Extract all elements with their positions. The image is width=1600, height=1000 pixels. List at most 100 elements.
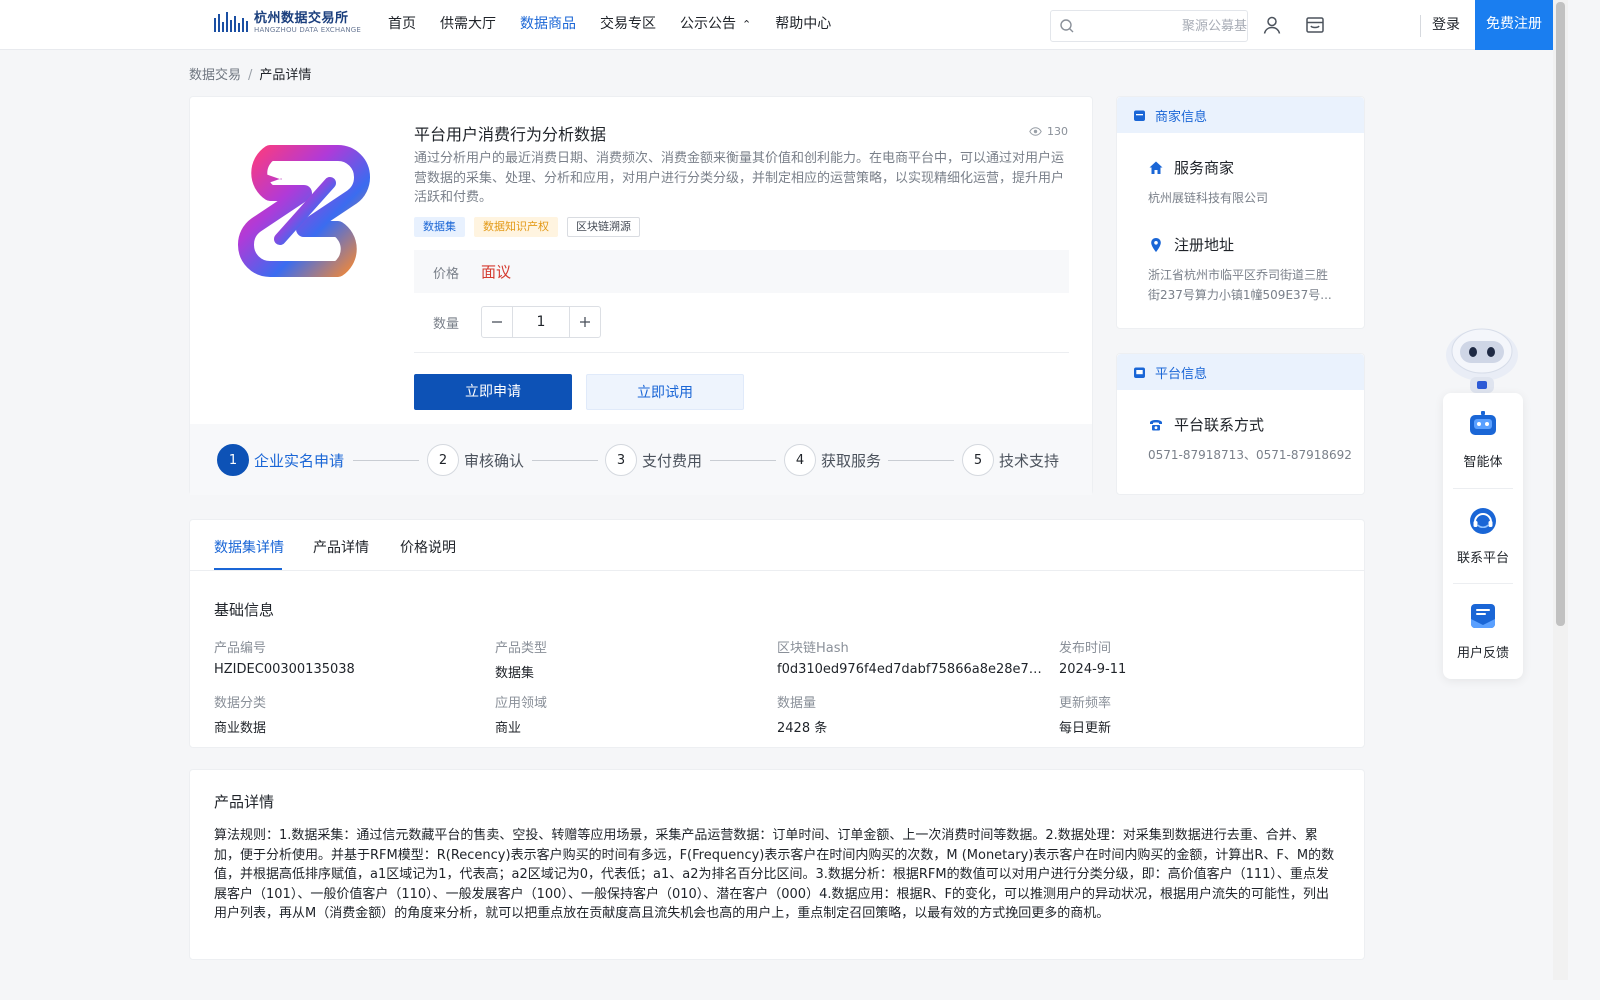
merchant-info-card: 商家信息 服务商家 杭州展链科技有限公司 注册地址 浙江省杭州市临平区乔司街道三…	[1116, 96, 1365, 329]
step-label: 企业实名申请	[254, 451, 345, 470]
step-number: 2	[427, 444, 459, 476]
decrease-button[interactable]	[482, 307, 512, 337]
field-product-id: 产品编号 HZIDEC00300135038	[214, 637, 484, 677]
product-logo	[238, 145, 370, 277]
platform-contact-value: 0571-87918713、0571-87918692	[1148, 448, 1352, 462]
nav-announcements[interactable]: 公示公告 ⌃	[680, 0, 751, 50]
registered-address-label-text: 注册地址	[1174, 236, 1235, 254]
view-count-value: 130	[1047, 125, 1068, 138]
tool-agent-label: 智能体	[1463, 455, 1503, 470]
tool-agent[interactable]: 智能体	[1443, 393, 1523, 488]
agent-bot-icon	[1470, 411, 1496, 435]
site-logo[interactable]: 杭州数据交易所 HANGZHOU DATA EXCHANGE	[214, 10, 361, 36]
headset-icon	[1470, 508, 1496, 534]
step-label: 支付费用	[642, 451, 703, 470]
user-icon[interactable]	[1261, 14, 1283, 36]
field-publish-date: 发布时间 2024-9-11	[1059, 637, 1329, 677]
product-detail-title: 产品详情	[214, 793, 275, 811]
logo-cn-text: 杭州数据交易所	[254, 11, 349, 26]
quantity-input[interactable]: 1	[512, 307, 570, 337]
platform-contact-label-text: 平台联系方式	[1174, 416, 1265, 434]
tab-price-description[interactable]: 价格说明	[400, 537, 456, 557]
platform-info-title: 平台信息	[1155, 366, 1208, 382]
login-link[interactable]: 登录	[1432, 0, 1460, 50]
page-scrollbar[interactable]	[1553, 0, 1568, 980]
product-title: 平台用户消费行为分析数据	[414, 125, 607, 144]
field-key: 产品类型	[495, 641, 548, 656]
field-blockchain-hash: 区块链Hash f0d310ed976f4ed7dabf75866a8e28e7…	[777, 637, 1047, 677]
platform-contact-label: 平台联系方式	[1148, 414, 1264, 435]
field-key: 应用领域	[495, 696, 548, 711]
phone-icon	[1150, 419, 1162, 430]
nav-help-center[interactable]: 帮助中心	[775, 0, 831, 50]
top-nav-bar: 杭州数据交易所 HANGZHOU DATA EXCHANGE 首页 供需大厅 数…	[0, 0, 1553, 50]
process-steps: 1 企业实名申请 2 审核确认 3 支付费用 4 获取服务 5 技术支持	[190, 424, 1092, 495]
step-number: 1	[217, 444, 249, 476]
field-value: 数据集	[495, 666, 535, 681]
step-label: 审核确认	[464, 451, 525, 470]
robot-assistant-icon[interactable]	[1442, 317, 1522, 395]
step-2: 2 审核确认	[427, 444, 524, 476]
field-value: HZIDEC00300135038	[214, 662, 355, 677]
field-value: 商业	[495, 721, 522, 736]
step-5: 5 技术支持	[962, 444, 1059, 476]
logo-en-text: HANGZHOU DATA EXCHANGE	[254, 26, 362, 34]
step-number: 4	[784, 444, 816, 476]
tool-feedback[interactable]: 用户反馈	[1443, 584, 1523, 679]
tab-dataset-details[interactable]: 数据集详情	[214, 537, 284, 557]
chevron-up-icon: ⌃	[742, 18, 752, 31]
product-detail-text: 算法规则：1.数据采集：通过信元数藏平台的售卖、空投、转赠等应用场景，采集产品运…	[214, 828, 1335, 922]
scrollbar-thumb[interactable]	[1556, 2, 1565, 626]
main-nav: 首页 供需大厅 数据商品 交易专区 公示公告 ⌃ 帮助中心	[388, 0, 855, 50]
product-tags: 数据集 数据知识产权 区块链溯源	[414, 217, 649, 237]
field-value: 商业数据	[214, 721, 267, 736]
nav-home[interactable]: 首页	[388, 0, 416, 50]
floating-toolbar: 智能体 联系平台 用户反馈	[1443, 393, 1523, 679]
apply-now-button[interactable]: 立即申请	[414, 374, 572, 410]
nav-data-products[interactable]: 数据商品	[520, 0, 576, 50]
shop-icon[interactable]	[1304, 14, 1326, 36]
step-connector	[353, 460, 419, 461]
step-label: 获取服务	[821, 451, 882, 470]
calendar-icon	[1134, 110, 1145, 121]
search-icon[interactable]	[1059, 18, 1075, 34]
field-value: 2428 条	[777, 721, 828, 736]
basic-info-title: 基础信息	[214, 601, 275, 619]
step-3: 3 支付费用	[605, 444, 702, 476]
field-data-category: 数据分类 商业数据	[214, 692, 484, 736]
service-merchant-label: 服务商家	[1148, 157, 1234, 178]
home-icon	[1149, 161, 1163, 174]
breadcrumb-separator: /	[248, 68, 253, 83]
price-row: 价格 面议	[414, 250, 1069, 293]
search-input[interactable]	[1083, 11, 1247, 41]
dataset-details-card: 数据集详情 产品详情 价格说明 基础信息 产品编号 HZIDEC00300135…	[189, 519, 1365, 748]
nav-trade-zone[interactable]: 交易专区	[600, 0, 656, 50]
tag-data-ip: 数据知识产权	[474, 217, 558, 237]
detail-tabs: 数据集详情 产品详情 价格说明	[190, 520, 1364, 571]
step-number: 3	[605, 444, 637, 476]
eye-icon	[1029, 127, 1042, 136]
tool-contact-platform[interactable]: 联系平台	[1443, 489, 1523, 584]
nav-supply-demand[interactable]: 供需大厅	[440, 0, 496, 50]
field-key: 数据分类	[214, 696, 267, 711]
register-button[interactable]: 免费注册	[1475, 0, 1553, 50]
field-key: 更新频率	[1059, 696, 1112, 711]
platform-info-header: 平台信息	[1117, 354, 1364, 390]
increase-button[interactable]	[570, 307, 600, 337]
tab-product-details[interactable]: 产品详情	[313, 537, 369, 557]
quantity-row: 数量 1	[414, 303, 1069, 353]
service-merchant-value: 杭州展链科技有限公司	[1148, 191, 1269, 205]
tool-feedback-label: 用户反馈	[1456, 646, 1509, 661]
step-number: 5	[962, 444, 994, 476]
breadcrumb-current: 产品详情	[259, 68, 312, 83]
field-value: 每日更新	[1059, 721, 1112, 736]
step-connector	[888, 460, 954, 461]
field-value: f0d310ed976f4ed7dabf75866a8e28e7b6d...	[777, 662, 1047, 677]
breadcrumb-root[interactable]: 数据交易	[189, 68, 241, 83]
price-value: 面议	[481, 263, 512, 281]
feedback-mail-icon	[1471, 604, 1495, 628]
minus-icon	[492, 321, 502, 323]
try-now-button[interactable]: 立即试用	[586, 374, 744, 410]
field-key: 发布时间	[1059, 641, 1112, 656]
field-data-volume: 数据量 2428 条	[777, 692, 1047, 736]
